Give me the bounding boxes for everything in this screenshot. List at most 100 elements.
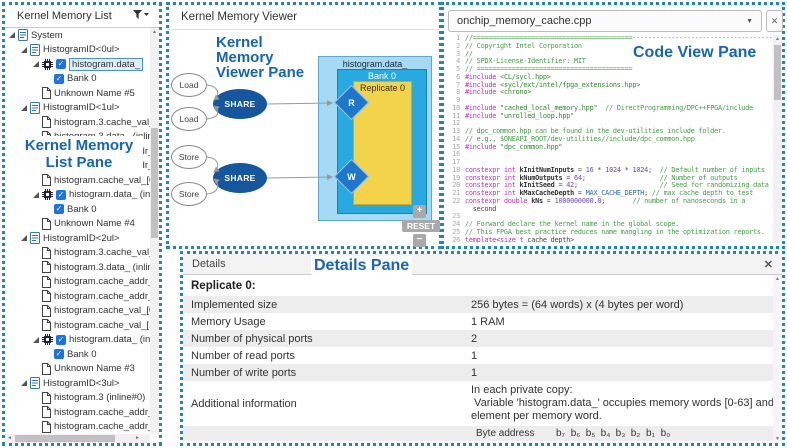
scroll-right-icon[interactable]: ► bbox=[135, 435, 140, 441]
checkbox[interactable]: ✓ bbox=[54, 74, 64, 84]
kernel-document-icon bbox=[30, 44, 40, 56]
tree-row[interactable]: histogram.cache_val_[0] (inline#1 bbox=[5, 304, 150, 319]
tree-row-label: histogram.cache_val_[0] (inline#1 bbox=[54, 305, 150, 316]
details-row: Implemented size256 bytes = (64 words) x… bbox=[183, 296, 782, 313]
line-number: 26 bbox=[447, 237, 460, 244]
tree-row[interactable]: HistogramID<0ul> bbox=[5, 43, 150, 58]
details-row-value: 2 bbox=[471, 333, 477, 345]
kernel-document-icon bbox=[30, 377, 40, 389]
details-row-value: 1 RAM bbox=[471, 316, 505, 328]
address-bit-cell: b₇ bbox=[553, 428, 568, 439]
checkbox[interactable]: ✓ bbox=[54, 349, 64, 359]
expander-icon[interactable] bbox=[9, 32, 15, 38]
scroll-up-icon[interactable]: ▲ bbox=[150, 29, 159, 35]
checkbox[interactable]: ✓ bbox=[54, 204, 64, 214]
tree-row[interactable]: ✓histogram.data_ (inline#0) bbox=[5, 333, 150, 348]
expander-icon[interactable] bbox=[21, 47, 27, 53]
reset-button[interactable]: RESET bbox=[402, 220, 440, 232]
tree-row[interactable]: histogram.3.data_ (inline#3) bbox=[5, 260, 150, 275]
details-row-value: 1 bbox=[471, 367, 477, 379]
tree-row[interactable]: HistogramID<1ul> bbox=[5, 101, 150, 116]
expander-icon[interactable] bbox=[21, 380, 27, 386]
checkbox[interactable]: ✓ bbox=[56, 59, 66, 69]
variable-document-icon bbox=[42, 261, 51, 273]
kernel-document-icon bbox=[18, 29, 28, 41]
address-bit-cell: b₁ bbox=[643, 428, 658, 439]
tree-row[interactable]: ✓histogram.data_ (inline#0) bbox=[5, 188, 150, 203]
code-line: 26template<size_t cache_depth> bbox=[447, 237, 772, 244]
tree-row-label: histogram.3.cache_val_ (inline#4) bbox=[54, 117, 150, 128]
tree-row[interactable]: ✓Bank 0 bbox=[5, 347, 150, 362]
tree-row[interactable]: histogram.cache_val_[1] (inline#2 bbox=[5, 318, 150, 333]
scroll-up-icon[interactable]: ▲ bbox=[773, 36, 782, 42]
tree-row-label: histogram.data_ (inline#0) bbox=[69, 189, 150, 200]
tree-row-label: histogram.3 (inline#0) bbox=[54, 392, 145, 403]
expander-icon[interactable] bbox=[33, 192, 39, 198]
code-close-button[interactable]: ✕ bbox=[766, 10, 783, 32]
code-line: 11#include "unrolled_loop.hpp" bbox=[447, 113, 772, 121]
filter-icon[interactable] bbox=[133, 10, 149, 23]
address-bit-cell: b₆ bbox=[568, 428, 583, 439]
annotation-code-pane: Code View Pane bbox=[630, 43, 759, 62]
tree-row-label: HistogramID<0ul> bbox=[43, 44, 120, 55]
tree-row[interactable]: histogram.3 (inline#0) bbox=[5, 391, 150, 406]
source-file-name: onchip_memory_cache.cpp bbox=[457, 15, 592, 27]
tree-row-label: HistogramID<1ul> bbox=[43, 102, 120, 113]
tree-row-label: histogram.cache_addr_[0]..value bbox=[54, 276, 150, 287]
tree-row-label: HistogramID<2ul> bbox=[43, 233, 120, 244]
tree-row[interactable]: histogram.cache_addr_[0]..value bbox=[5, 405, 150, 420]
address-bit-cell: b₄ bbox=[598, 428, 613, 439]
tree-row[interactable]: ✓Bank 0 bbox=[5, 72, 150, 87]
variable-document-icon bbox=[42, 290, 51, 302]
tree-row[interactable]: histogram.cache_addr_[1]..value bbox=[5, 420, 150, 435]
tree-row-label: Bank 0 bbox=[67, 204, 97, 215]
details-rows: Implemented size256 bytes = (64 words) x… bbox=[183, 296, 782, 443]
tree-row[interactable]: ✓Bank 0 bbox=[5, 202, 150, 217]
tree-row[interactable]: histogram.3.cache_val_ (inline#4) bbox=[5, 115, 150, 130]
tree-row[interactable]: histogram.cache_val_[0] (inline#1 bbox=[5, 173, 150, 188]
viewer-header: Kernel Memory Viewer bbox=[169, 5, 439, 30]
kernel-memory-list-pane: Kernel Memory List SystemHistogramID<0ul… bbox=[2, 2, 162, 446]
tree-row[interactable]: HistogramID<3ul> bbox=[5, 376, 150, 391]
expander-icon[interactable] bbox=[33, 61, 39, 67]
details-row: Number of read ports1 bbox=[183, 347, 782, 364]
annotation-details-pane: Details Pane bbox=[311, 256, 412, 275]
tree-row[interactable]: histogram.3.cache_val_ (inline#4) bbox=[5, 246, 150, 261]
details-row-value: 256 bytes = (64 words) x (4 bytes per wo… bbox=[471, 299, 683, 311]
tree-row-label: Unknown Name #5 bbox=[54, 88, 135, 99]
line-number: 22 bbox=[447, 198, 460, 206]
details-row-label: Additional information bbox=[183, 398, 471, 410]
details-title: Details bbox=[192, 258, 226, 270]
scroll-up-icon[interactable]: ▲ bbox=[773, 276, 782, 282]
variable-document-icon bbox=[42, 247, 51, 259]
details-header: Details ✕ bbox=[183, 254, 782, 275]
source-file-select[interactable]: onchip_memory_cache.cpp ▼ bbox=[448, 10, 762, 32]
tree-row[interactable]: histogram.cache_addr_[0]..value bbox=[5, 275, 150, 290]
expander-icon[interactable] bbox=[33, 337, 39, 343]
tree-vertical-scrollbar[interactable]: ▲ bbox=[150, 28, 159, 434]
tree-row[interactable]: HistogramID<2ul> bbox=[5, 231, 150, 246]
tree-row[interactable]: Unknown Name #3 bbox=[5, 362, 150, 377]
tree-row[interactable]: histogram.cache_addr_[1]..value bbox=[5, 289, 150, 304]
close-icon[interactable]: ✕ bbox=[764, 258, 773, 271]
scroll-left-icon[interactable]: ◄ bbox=[7, 435, 12, 441]
expander-icon[interactable] bbox=[21, 235, 27, 241]
scroll-down-icon[interactable]: ▼ bbox=[773, 436, 782, 442]
zoom-in-button[interactable]: + bbox=[413, 205, 426, 218]
tree-row[interactable]: ✓histogram.data_ bbox=[5, 57, 150, 72]
tree-row[interactable]: System bbox=[5, 28, 150, 43]
code-scrollbar[interactable]: ▲ bbox=[773, 35, 782, 243]
checkbox[interactable]: ✓ bbox=[56, 190, 66, 200]
expander-icon[interactable] bbox=[21, 105, 27, 111]
tree-horizontal-scrollbar[interactable]: ◄ ► bbox=[5, 434, 150, 443]
variable-document-icon bbox=[42, 174, 51, 186]
tree-row[interactable]: Unknown Name #4 bbox=[5, 217, 150, 232]
details-row-value: In each private copy: Variable 'histogra… bbox=[471, 384, 782, 423]
zoom-out-button[interactable]: − bbox=[413, 234, 426, 247]
tree-row[interactable]: Unknown Name #5 bbox=[5, 86, 150, 101]
details-scrollbar[interactable]: ▲ ▼ bbox=[773, 275, 782, 443]
checkbox[interactable]: ✓ bbox=[56, 335, 66, 345]
variable-document-icon bbox=[42, 406, 51, 418]
details-row-label: Memory Usage bbox=[183, 316, 471, 328]
details-row-label: Number of write ports bbox=[183, 367, 471, 379]
